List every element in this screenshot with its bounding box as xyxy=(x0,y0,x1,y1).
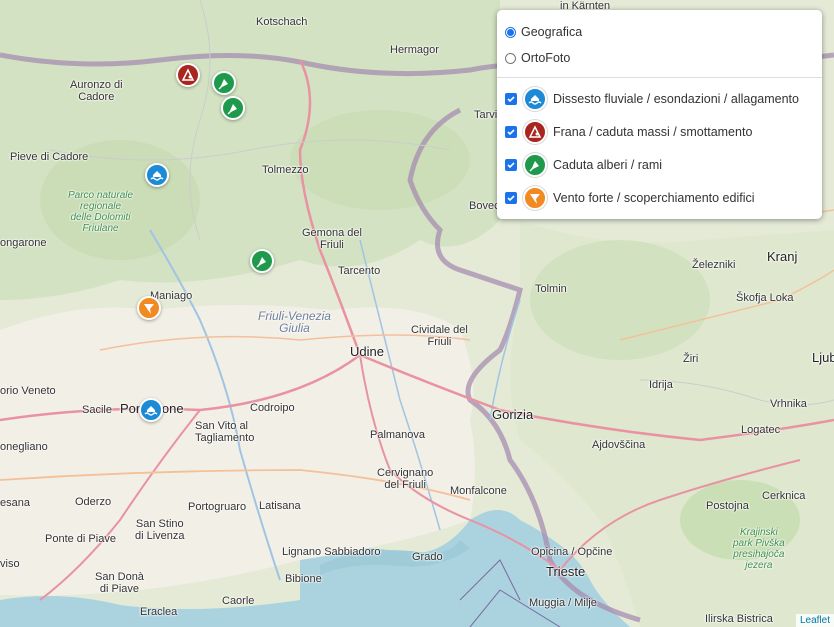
overlay-tree-fall[interactable]: Caduta alberi / rami xyxy=(505,148,814,181)
place-palmanova: Palmanova xyxy=(370,429,426,441)
place-muggia: Muggia / Milje xyxy=(529,597,597,609)
place-portogruaro: Portogruaro xyxy=(188,501,247,513)
wind-checkbox[interactable] xyxy=(505,191,517,204)
overlay-flood[interactable]: Dissesto fluviale / esondazioni / allaga… xyxy=(505,82,814,115)
place-eraclea: Eraclea xyxy=(140,606,178,618)
landslide-icon xyxy=(181,68,195,81)
place-ziri: Žiri xyxy=(683,353,699,365)
place-tolmezzo: Tolmezzo xyxy=(262,164,309,176)
tree-fall-marker[interactable] xyxy=(221,96,245,120)
place-sacile: Sacile xyxy=(82,404,112,416)
map-view[interactable]: Kotschach Hermagor in Kärnten Auronzo di… xyxy=(0,0,834,627)
place-bibione: Bibione xyxy=(285,573,322,585)
region-friuli-venezia-giulia: Friuli-Venezia Giulia xyxy=(258,309,331,335)
wind-icon xyxy=(523,185,547,210)
place-kotschach: Kotschach xyxy=(256,16,308,28)
tree-fall-icon xyxy=(523,152,547,177)
place-skofja-loka: Škofja Loka xyxy=(736,292,794,304)
overlay-label: Dissesto fluviale / esondazioni / allaga… xyxy=(553,91,799,106)
place-pieve-di-cadore: Pieve di Cadore xyxy=(10,151,89,163)
geografica-radio[interactable] xyxy=(505,26,516,38)
place-longarone: ongarone xyxy=(0,237,47,249)
flood-icon xyxy=(150,171,164,181)
place-ponte-di-piave: Ponte di Piave xyxy=(45,533,116,545)
place-codroipo: Codroipo xyxy=(250,402,295,414)
place-ljubljana: Ljub xyxy=(812,350,834,365)
tree-fall-icon xyxy=(227,104,237,115)
overlay-landslide[interactable]: Frana / caduta massi / smottamento xyxy=(505,115,814,148)
base-layer-geografica[interactable]: Geografica xyxy=(505,19,814,45)
place-tolmin: Tolmin xyxy=(535,283,567,295)
place-postojna: Postojna xyxy=(706,500,749,512)
tree-fall-checkbox[interactable] xyxy=(505,158,517,171)
place-conegliano: onegliano xyxy=(0,441,48,453)
flood-marker[interactable] xyxy=(139,398,163,422)
place-cervignano: Cervignano del Friuli xyxy=(377,467,434,491)
layer-control: Geografica OrtoFoto Dissesto fluviale / … xyxy=(497,10,822,219)
park-krajinski-pivska: Krajinski park Pivška presihajoča jezera xyxy=(733,527,785,571)
place-bovec: Bovec xyxy=(469,200,500,212)
check-icon xyxy=(507,161,515,168)
place-zelezniki: Železniki xyxy=(692,259,736,271)
place-tarvisio: Tarvi xyxy=(474,109,498,121)
place-san-vito: San Vito al Tagliamento xyxy=(195,420,255,444)
check-icon xyxy=(507,194,515,201)
place-esana: esana xyxy=(0,497,30,509)
place-lignano: Lignano Sabbiadoro xyxy=(282,546,381,558)
wind-icon xyxy=(144,304,154,314)
tree-fall-marker[interactable] xyxy=(250,249,274,273)
base-layer-ortofoto[interactable]: OrtoFoto xyxy=(505,45,814,71)
tree-fall-icon xyxy=(218,79,228,90)
flood-icon xyxy=(523,86,547,111)
tree-fall-marker[interactable] xyxy=(212,71,236,95)
base-layer-label: OrtoFoto xyxy=(521,51,571,65)
place-vittorio-veneto: orio Veneto xyxy=(0,385,56,397)
place-grado: Grado xyxy=(412,551,443,563)
place-gemona: Gemona del Friuli xyxy=(302,227,362,251)
place-gorizia: Gorizia xyxy=(492,407,534,422)
wind-marker[interactable] xyxy=(137,296,161,320)
overlay-label: Frana / caduta massi / smottamento xyxy=(553,124,753,139)
place-logatec: Logatec xyxy=(741,424,781,436)
base-layer-label: Geografica xyxy=(521,25,583,39)
place-trieste: Trieste xyxy=(546,564,586,579)
place-san-dona: San Donà di Piave xyxy=(95,571,144,595)
flood-marker[interactable] xyxy=(145,163,169,187)
place-ajdovscina: Ajdovščina xyxy=(592,439,646,451)
place-ilirska-bistrica: Ilirska Bistrica xyxy=(705,613,773,625)
flood-checkbox[interactable] xyxy=(505,92,517,105)
place-hermagor: Hermagor xyxy=(390,44,439,56)
attribution-link[interactable]: Leaflet xyxy=(795,614,834,627)
place-cividale: Cividale del Friuli xyxy=(411,324,468,348)
overlay-label: Vento forte / scoperchiamento edifici xyxy=(553,190,755,205)
place-vrhnika: Vrhnika xyxy=(770,398,807,410)
place-opicina: Opicina / Opčine xyxy=(531,546,613,558)
park-dolomiti-friulane: Parco naturale regionale delle Dolomiti … xyxy=(68,190,134,234)
flood-icon xyxy=(144,406,158,416)
place-viso: viso xyxy=(0,558,20,570)
landslide-marker[interactable] xyxy=(176,63,200,87)
place-san-stino: San Stino di Livenza xyxy=(135,518,185,542)
place-kranj: Kranj xyxy=(767,249,798,264)
layer-separator xyxy=(497,77,822,78)
landslide-icon xyxy=(523,119,547,144)
place-cerknica: Cerknica xyxy=(762,490,806,502)
place-latisana: Latisana xyxy=(259,500,301,512)
place-tarcento: Tarcento xyxy=(338,265,381,277)
overlay-label: Caduta alberi / rami xyxy=(553,157,663,172)
landslide-checkbox[interactable] xyxy=(505,125,517,138)
check-icon xyxy=(507,128,515,135)
place-monfalcone: Monfalcone xyxy=(450,485,507,497)
place-auronzo: Auronzo di Cadore xyxy=(70,79,123,103)
ortofoto-radio[interactable] xyxy=(505,52,516,64)
check-icon xyxy=(507,95,515,102)
place-udine: Udine xyxy=(350,344,384,359)
tree-fall-icon xyxy=(256,257,266,268)
place-caorle: Caorle xyxy=(222,595,255,607)
overlay-wind[interactable]: Vento forte / scoperchiamento edifici xyxy=(505,181,814,214)
place-idrija: Idrija xyxy=(649,379,673,391)
place-oderzo: Oderzo xyxy=(75,496,112,508)
